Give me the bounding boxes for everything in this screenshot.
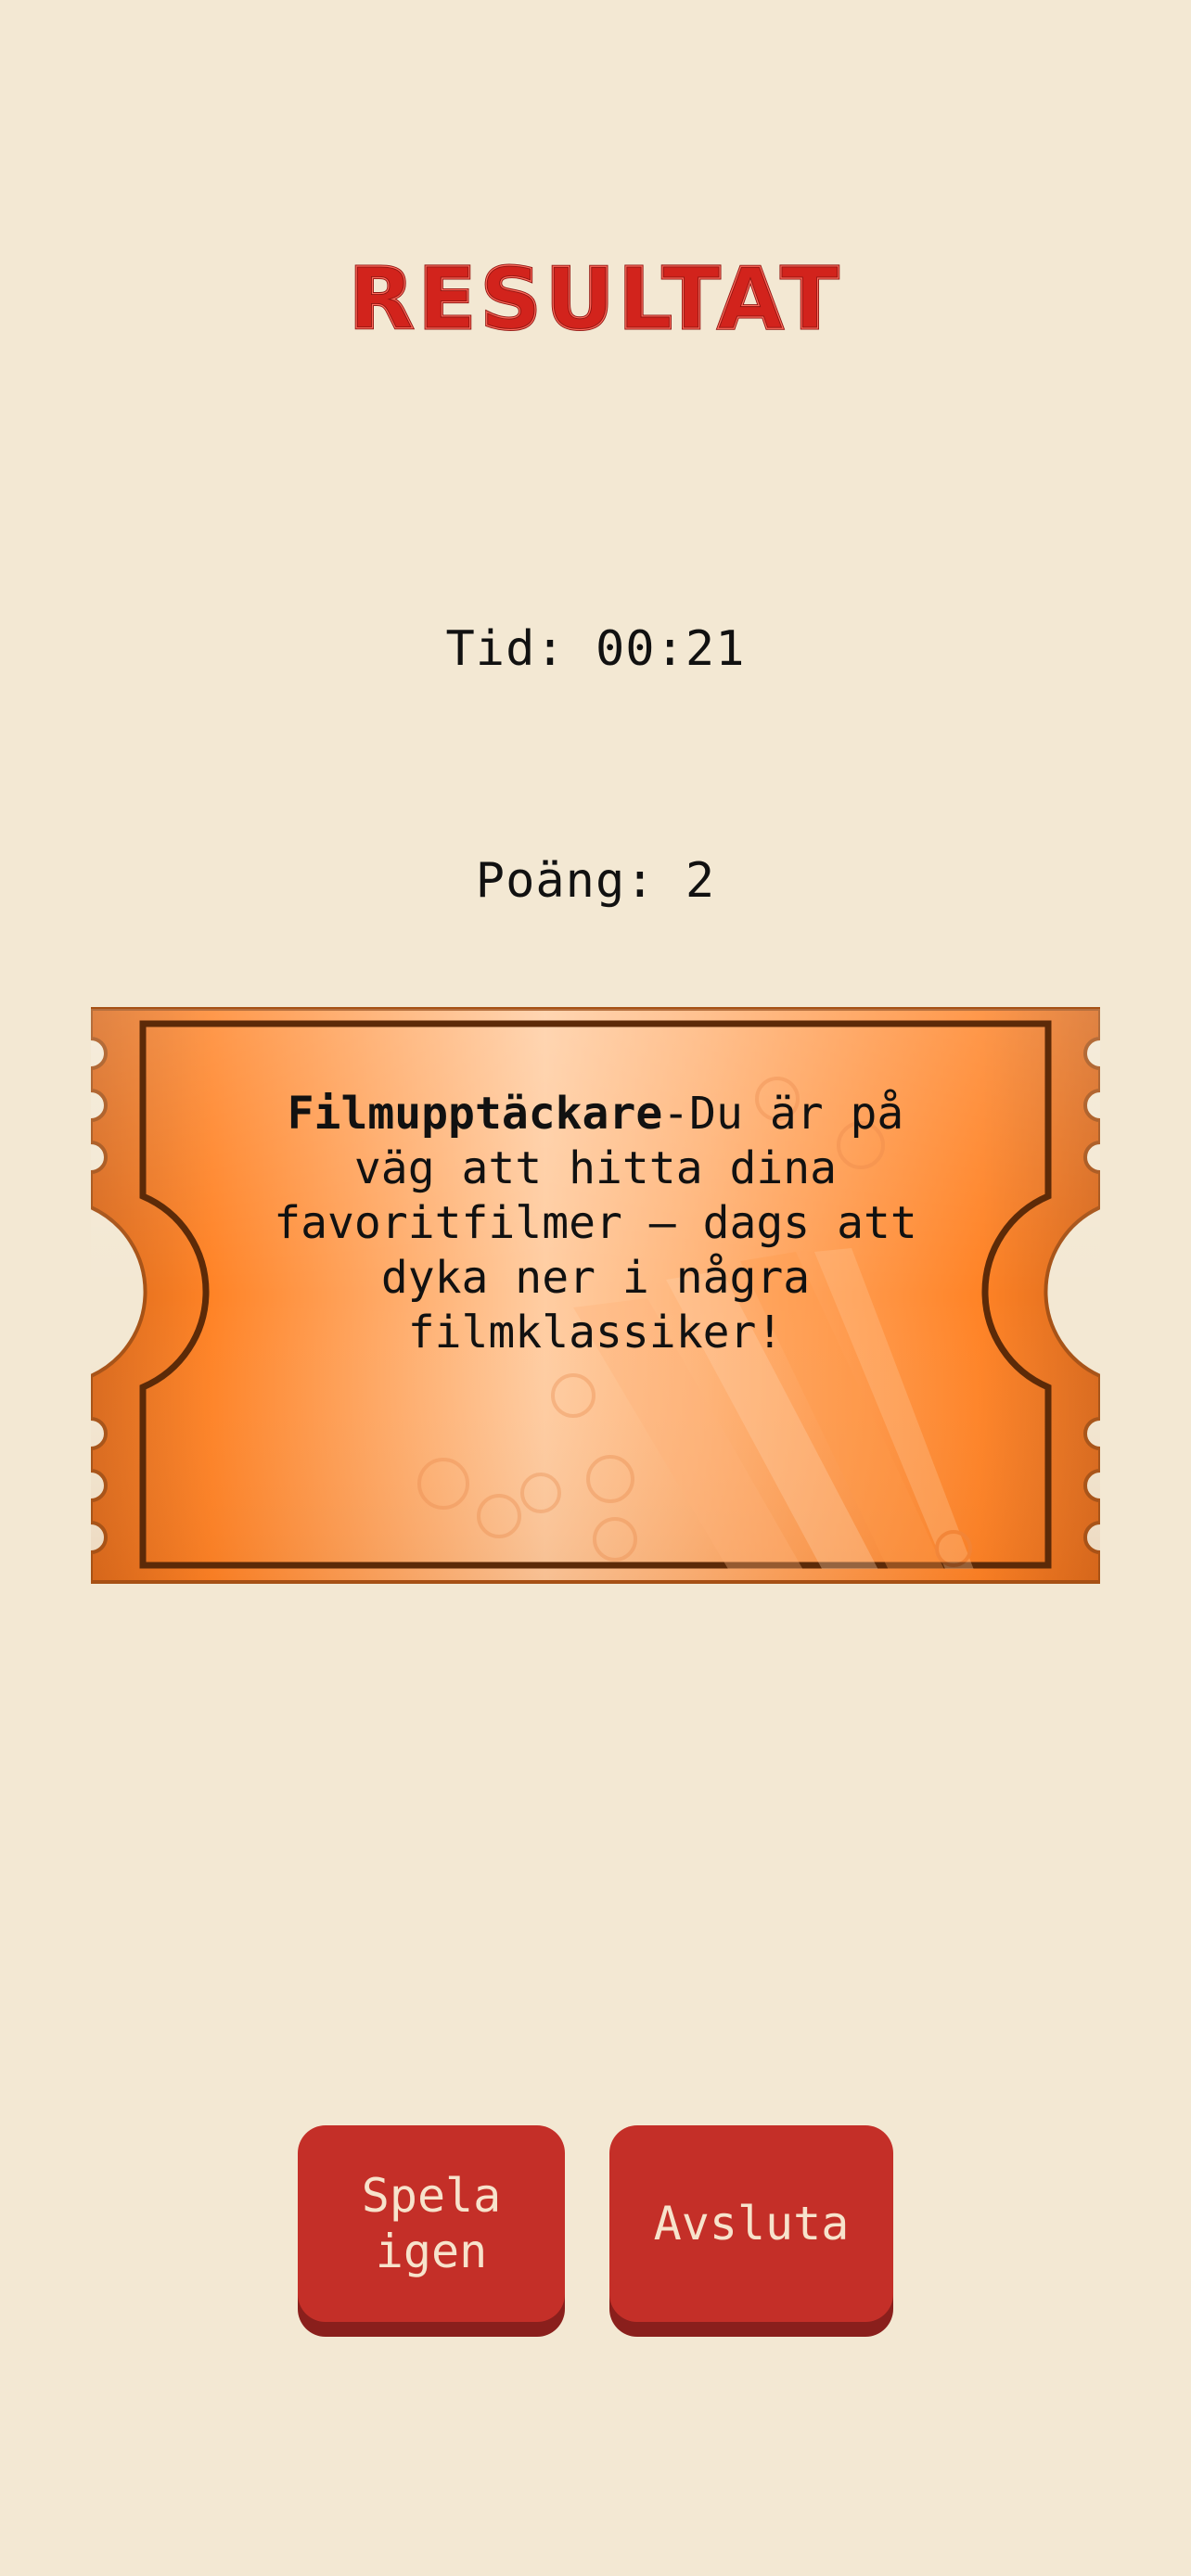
play-again-label: Spela igen bbox=[361, 2169, 502, 2278]
quit-label: Avsluta bbox=[653, 2197, 850, 2251]
rank-title: Filmupptäckare bbox=[287, 1088, 663, 1140]
play-again-button[interactable]: Spela igen bbox=[298, 2125, 565, 2322]
page-title-highlight: RESULTAT bbox=[349, 252, 842, 349]
time-readout: Tid: 00:21 bbox=[445, 621, 746, 677]
result-ticket: Filmupptäckare-Du är på väg att hitta di… bbox=[91, 1001, 1100, 1589]
quit-button[interactable]: Avsluta bbox=[609, 2125, 893, 2322]
page-title: RESULTAT RESULTAT bbox=[0, 252, 1191, 354]
result-message: Filmupptäckare-Du är på väg att hitta di… bbox=[239, 1087, 952, 1360]
score-readout: Poäng: 2 bbox=[475, 853, 716, 909]
